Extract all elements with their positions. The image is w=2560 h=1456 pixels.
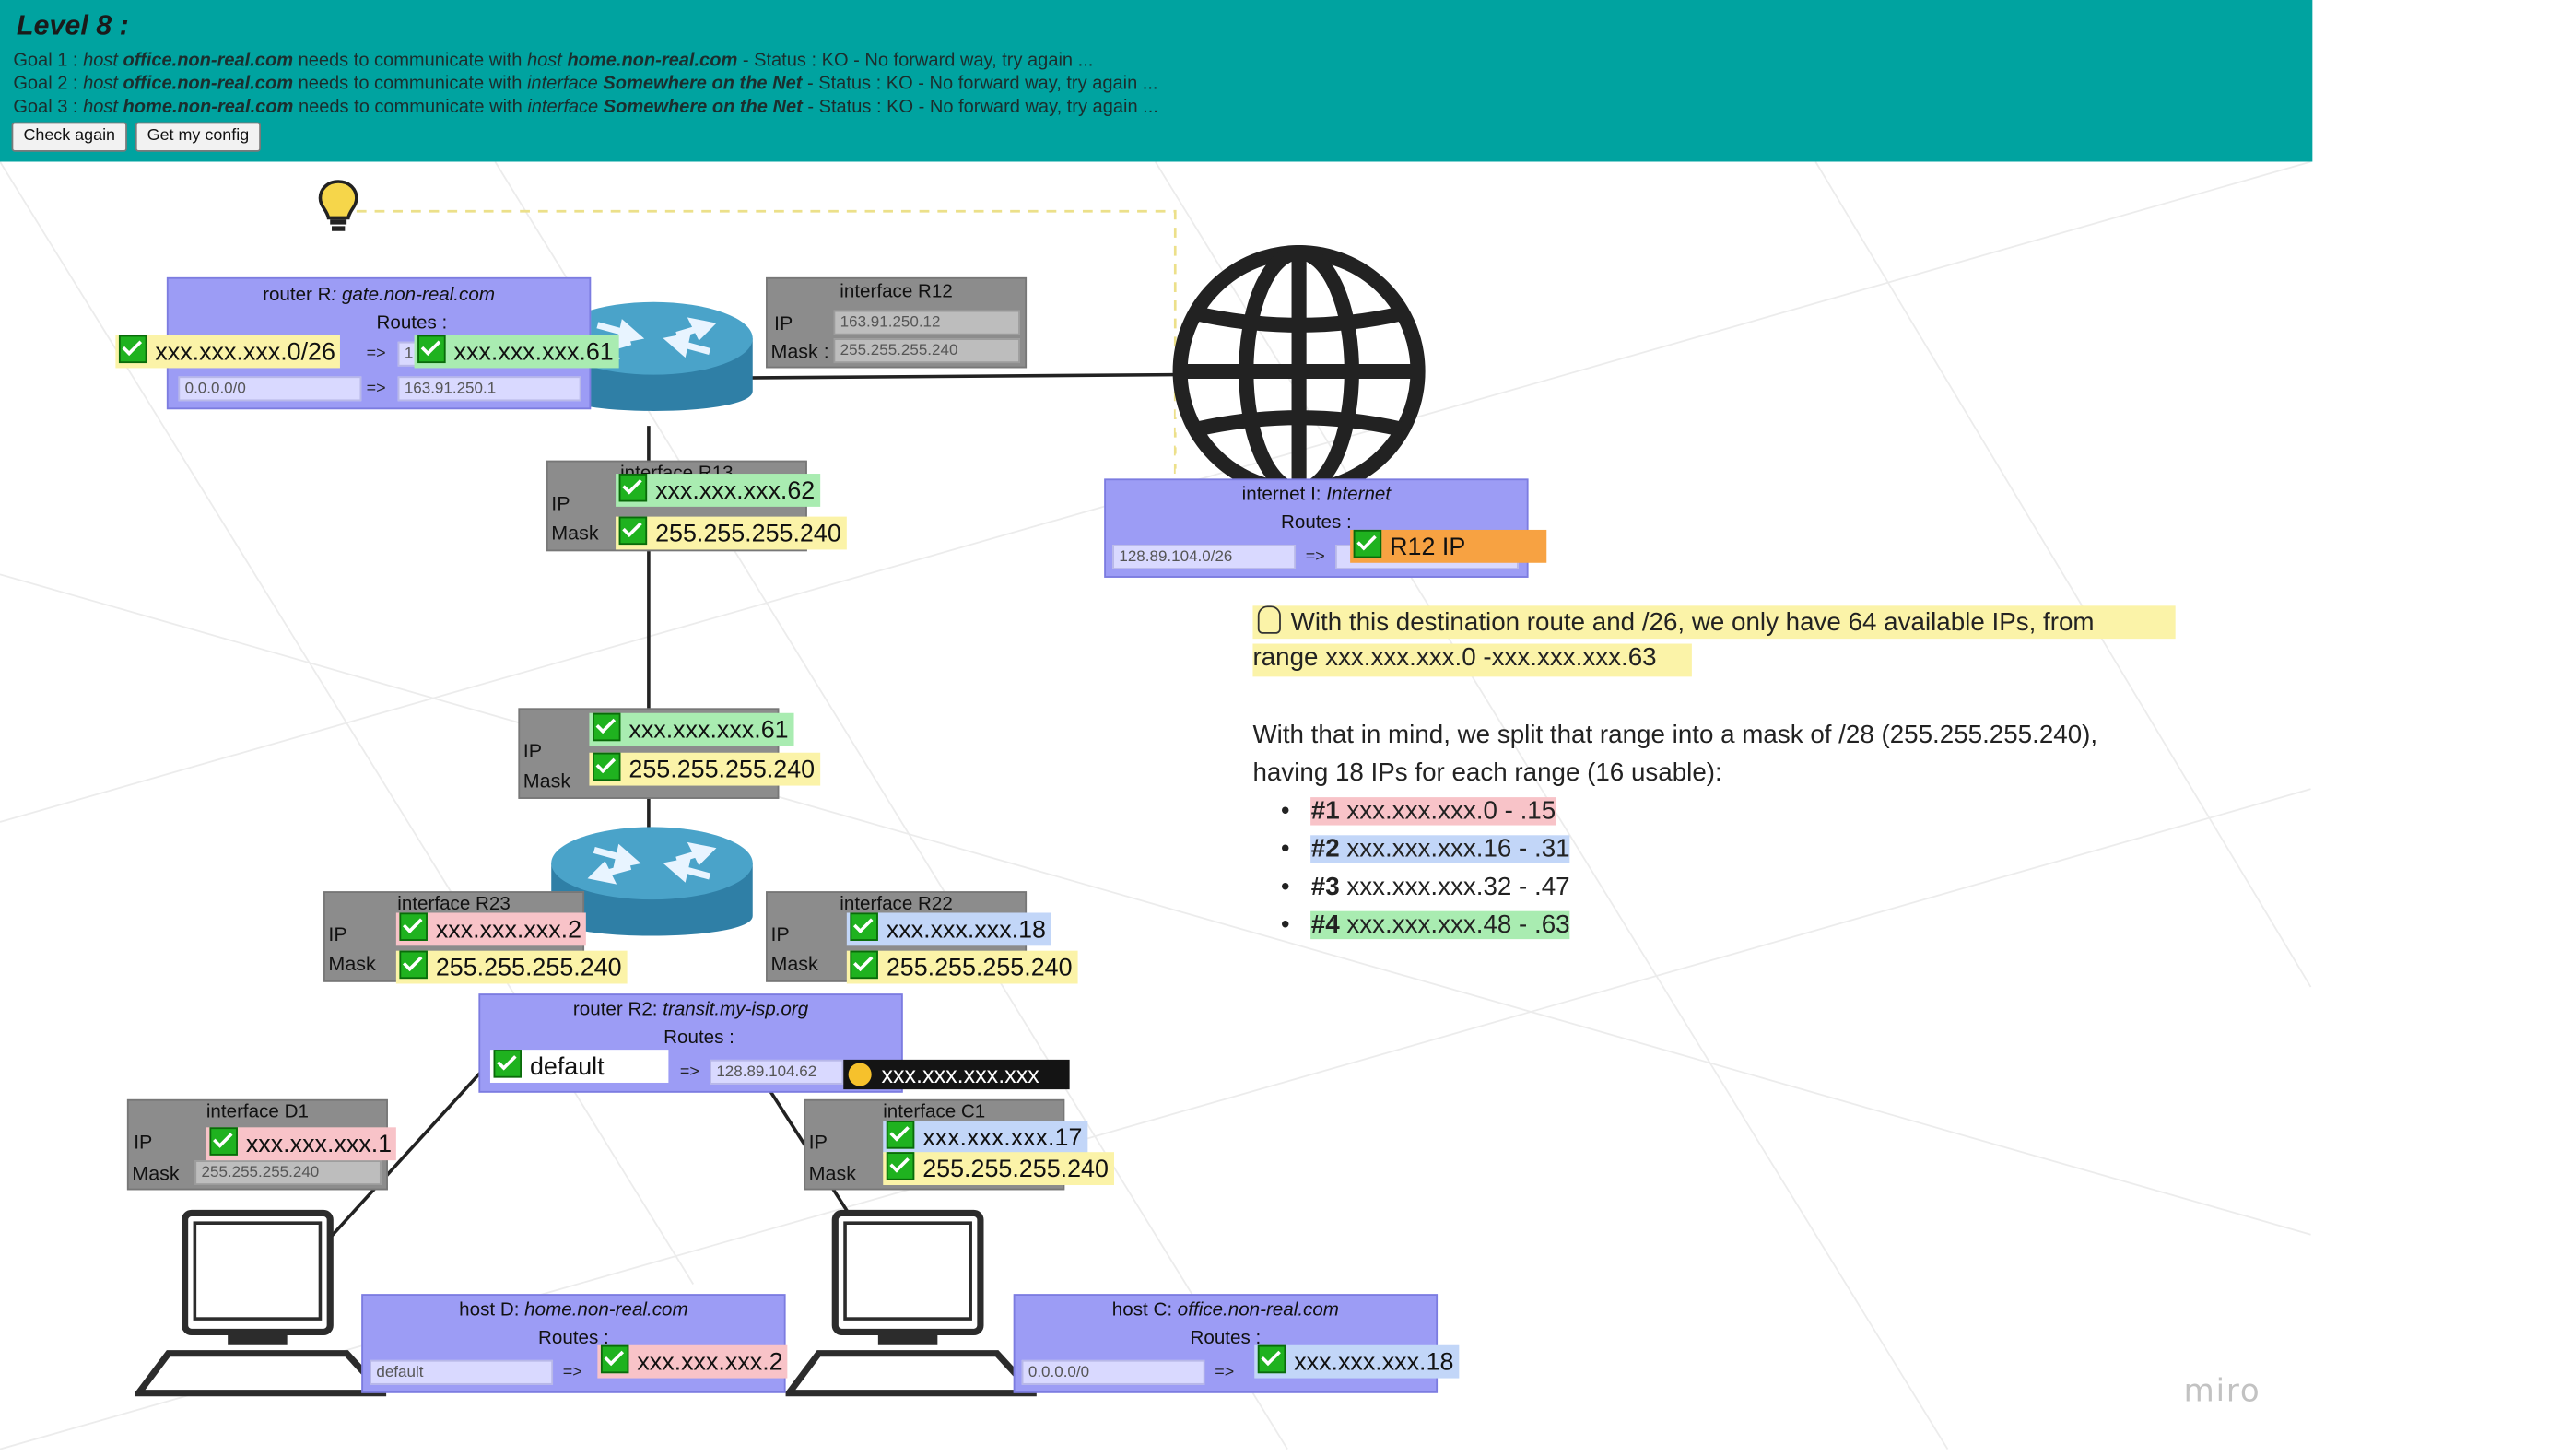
canvas: Level 8 : Goal 1 : host office.non-real.… bbox=[0, 0, 2560, 1456]
ip-label: IP bbox=[808, 1130, 828, 1154]
route-destination-input[interactable]: 0.0.0.0/0 bbox=[178, 376, 362, 402]
interface-r23-title: interface R23 bbox=[397, 894, 511, 915]
ip-label: IP bbox=[328, 922, 347, 946]
mask-input[interactable]: 255.255.255.240 bbox=[833, 338, 1020, 364]
interface-r12-panel[interactable]: interface R12 IP Mask : 163.91.250.12 25… bbox=[766, 276, 1028, 369]
host-d-title: host D: home.non-real.com bbox=[459, 1300, 688, 1321]
ip-label: IP bbox=[523, 739, 543, 763]
sticky-ip[interactable]: xxx.xxx.xxx.2 bbox=[395, 912, 587, 946]
ip-label: IP bbox=[134, 1130, 153, 1154]
mask-input[interactable]: 255.255.255.240 bbox=[194, 1160, 382, 1186]
sticky-ip[interactable]: xxx.xxx.xxx.62 bbox=[616, 474, 820, 507]
sticky-route-nexthop[interactable]: xxx.xxx.xxx.xxx bbox=[843, 1059, 1070, 1090]
mask-label: Mask bbox=[770, 952, 818, 976]
mask-label: Mask bbox=[132, 1161, 180, 1186]
ip-input[interactable]: 163.91.250.12 bbox=[833, 310, 1020, 335]
note-line-1: With this destination route and /26, we … bbox=[1252, 605, 2176, 640]
route-arrow: => bbox=[679, 1063, 699, 1082]
lightbulb-icon[interactable] bbox=[317, 178, 360, 234]
check-icon bbox=[1353, 529, 1382, 558]
check-icon bbox=[886, 1121, 915, 1149]
check-icon bbox=[209, 1127, 238, 1156]
sticky-ip[interactable]: xxx.xxx.xxx.1 bbox=[206, 1127, 397, 1161]
route-destination-input[interactable]: 128.89.104.0/26 bbox=[1112, 545, 1297, 569]
check-icon bbox=[399, 912, 428, 941]
mask-label: Mask bbox=[551, 521, 599, 546]
lightbulb-icon bbox=[1257, 605, 1281, 634]
routes-label: Routes : bbox=[663, 1027, 734, 1049]
sticky-mask[interactable]: 255.255.255.240 bbox=[883, 1152, 1114, 1186]
route-arrow: => bbox=[1305, 547, 1325, 567]
range-list-item: • #4 xxx.xxx.xxx.48 - .63 bbox=[1280, 910, 1570, 940]
check-icon bbox=[850, 950, 878, 980]
ip-label: IP bbox=[770, 922, 790, 946]
mask-label: Mask : bbox=[770, 339, 829, 364]
route-destination-input[interactable]: 0.0.0.0/0 bbox=[1021, 1359, 1205, 1385]
check-icon bbox=[417, 335, 446, 364]
sticky-route-nexthop[interactable]: xxx.xxx.xxx.18 bbox=[1254, 1344, 1459, 1379]
mask-label: Mask bbox=[523, 769, 571, 793]
range-list-item: • #2 xxx.xxx.xxx.16 - .31 bbox=[1280, 835, 1570, 863]
miro-watermark: miro bbox=[2183, 1373, 2261, 1410]
router-r1-title: router R: gate.non-real.com bbox=[263, 285, 495, 306]
smiley-icon bbox=[848, 1063, 872, 1086]
check-icon bbox=[493, 1050, 522, 1078]
route-arrow: => bbox=[366, 379, 386, 398]
route-arrow: => bbox=[562, 1363, 582, 1382]
host-d-computer-icon[interactable] bbox=[135, 1208, 387, 1400]
globe-icon[interactable] bbox=[1168, 241, 1429, 502]
sticky-mask[interactable]: 255.255.255.240 bbox=[846, 950, 1077, 984]
sticky-mask[interactable]: 255.255.255.240 bbox=[616, 516, 847, 550]
sticky-route-destination[interactable]: default bbox=[489, 1050, 669, 1083]
interface-r22-title: interface R22 bbox=[840, 894, 953, 915]
sticky-ip[interactable]: xxx.xxx.xxx.18 bbox=[846, 912, 1051, 946]
note-line-3: With that in mind, we split that range i… bbox=[1252, 721, 2098, 750]
routes-label: Routes : bbox=[376, 313, 448, 334]
check-icon bbox=[618, 474, 648, 502]
check-icon bbox=[1257, 1344, 1286, 1374]
route-arrow: => bbox=[366, 345, 386, 364]
check-icon bbox=[399, 950, 428, 980]
check-icon bbox=[593, 712, 621, 742]
sticky-ip[interactable]: xxx.xxx.xxx.17 bbox=[883, 1121, 1087, 1154]
sticky-route-destination[interactable]: xxx.xxx.xxx.0/26 bbox=[115, 335, 341, 369]
sticky-ip[interactable]: xxx.xxx.xxx.61 bbox=[589, 712, 793, 746]
interface-c1-title: interface C1 bbox=[883, 1102, 986, 1122]
check-icon bbox=[118, 335, 147, 364]
interface-r12-title: interface R12 bbox=[840, 282, 953, 302]
internet-title: internet I: Internet bbox=[1241, 485, 1392, 506]
link-r1-internet bbox=[726, 372, 1176, 380]
check-icon bbox=[850, 912, 878, 941]
check-icon bbox=[886, 1152, 915, 1180]
host-c-computer-icon[interactable] bbox=[785, 1208, 1037, 1400]
ip-label: IP bbox=[551, 491, 570, 515]
note-line-4: having 18 IPs for each range (16 usable)… bbox=[1252, 758, 1722, 788]
mask-label: Mask bbox=[808, 1161, 856, 1186]
check-icon bbox=[618, 516, 648, 546]
route-nexthop-input[interactable]: 163.91.250.1 bbox=[397, 376, 581, 402]
check-icon bbox=[600, 1344, 629, 1374]
sticky-mask[interactable]: 255.255.255.240 bbox=[395, 950, 627, 984]
sticky-route-nexthop[interactable]: R12 IP bbox=[1350, 529, 1547, 563]
sticky-route-nexthop[interactable]: xxx.xxx.xxx.2 bbox=[597, 1344, 788, 1379]
route-destination-input[interactable]: default bbox=[370, 1359, 554, 1385]
mask-label: Mask bbox=[328, 952, 376, 976]
router-r2-title: router R2: transit.my-isp.org bbox=[572, 1000, 809, 1020]
interface-d1-title: interface D1 bbox=[206, 1102, 309, 1122]
range-list-item: • #1 xxx.xxx.xxx.0 - .15 bbox=[1280, 797, 1556, 826]
sticky-mask[interactable]: 255.255.255.240 bbox=[589, 752, 820, 786]
ip-label: IP bbox=[774, 311, 793, 335]
route-arrow: => bbox=[1215, 1363, 1235, 1382]
note-line-2: range xxx.xxx.xxx.0 -xxx.xxx.xxx.63 bbox=[1252, 643, 1692, 677]
check-icon bbox=[593, 752, 621, 781]
range-list-item: • #3 xxx.xxx.xxx.32 - .47 bbox=[1280, 873, 1570, 901]
sticky-route-nexthop[interactable]: xxx.xxx.xxx.61 bbox=[414, 335, 619, 369]
route-nexthop-input[interactable]: 128.89.104.62 bbox=[710, 1059, 844, 1085]
host-c-title: host C: office.non-real.com bbox=[1111, 1300, 1339, 1321]
